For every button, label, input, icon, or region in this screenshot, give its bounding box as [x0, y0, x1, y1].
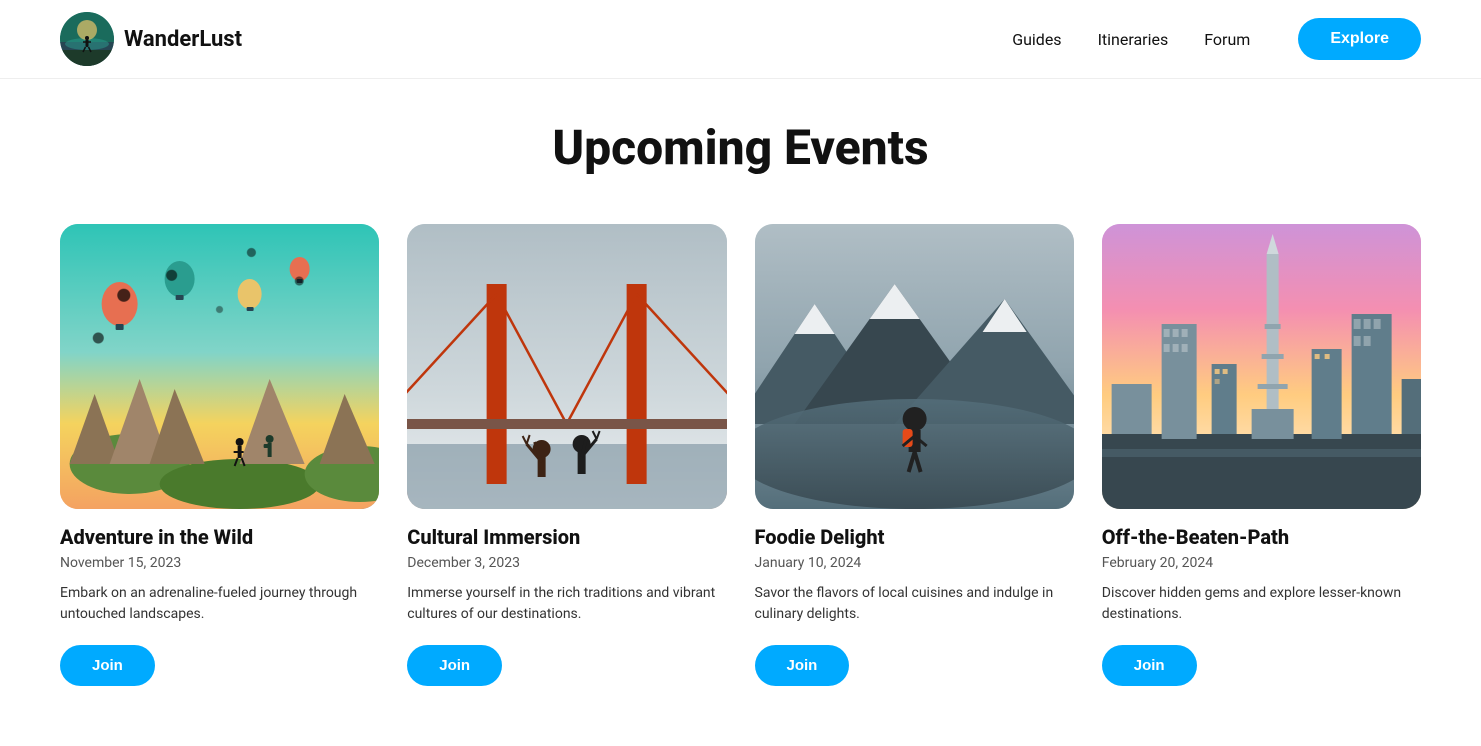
- event-card-1: Adventure in the Wild November 15, 2023 …: [60, 224, 379, 686]
- event-date-3: January 10, 2024: [755, 555, 1074, 571]
- logo-image: [60, 12, 114, 66]
- brand-name: WanderLust: [124, 27, 242, 52]
- main-content: Upcoming Events: [0, 79, 1481, 746]
- event-image-2: [407, 224, 726, 509]
- event-desc-2: Immerse yourself in the rich traditions …: [407, 583, 726, 625]
- event-image-1: [60, 224, 379, 509]
- page-title: Upcoming Events: [60, 119, 1421, 176]
- event-card-3: Foodie Delight January 10, 2024 Savor th…: [755, 224, 1074, 686]
- event-date-1: November 15, 2023: [60, 555, 379, 571]
- event-date-4: February 20, 2024: [1102, 555, 1421, 571]
- brand-logo[interactable]: WanderLust: [60, 12, 242, 66]
- event-title-4: Off-the-Beaten-Path: [1102, 525, 1421, 549]
- event-title-2: Cultural Immersion: [407, 525, 726, 549]
- join-button-2[interactable]: Join: [407, 645, 502, 686]
- nav-itineraries[interactable]: Itineraries: [1098, 30, 1169, 49]
- event-image-4: [1102, 224, 1421, 509]
- join-button-4[interactable]: Join: [1102, 645, 1197, 686]
- nav-forum[interactable]: Forum: [1204, 30, 1250, 49]
- explore-button[interactable]: Explore: [1298, 18, 1421, 60]
- join-button-3[interactable]: Join: [755, 645, 850, 686]
- event-desc-4: Discover hidden gems and explore lesser-…: [1102, 583, 1421, 625]
- nav-links: Guides Itineraries Forum: [1012, 30, 1250, 49]
- event-desc-3: Savor the flavors of local cuisines and …: [755, 583, 1074, 625]
- join-button-1[interactable]: Join: [60, 645, 155, 686]
- event-card-2: Cultural Immersion December 3, 2023 Imme…: [407, 224, 726, 686]
- events-grid: Adventure in the Wild November 15, 2023 …: [60, 224, 1421, 686]
- navbar: WanderLust Guides Itineraries Forum Expl…: [0, 0, 1481, 79]
- event-card-4: Off-the-Beaten-Path February 20, 2024 Di…: [1102, 224, 1421, 686]
- event-title-1: Adventure in the Wild: [60, 525, 379, 549]
- nav-guides[interactable]: Guides: [1012, 30, 1061, 49]
- event-desc-1: Embark on an adrenaline-fueled journey t…: [60, 583, 379, 625]
- event-date-2: December 3, 2023: [407, 555, 726, 571]
- event-title-3: Foodie Delight: [755, 525, 1074, 549]
- event-image-3: [755, 224, 1074, 509]
